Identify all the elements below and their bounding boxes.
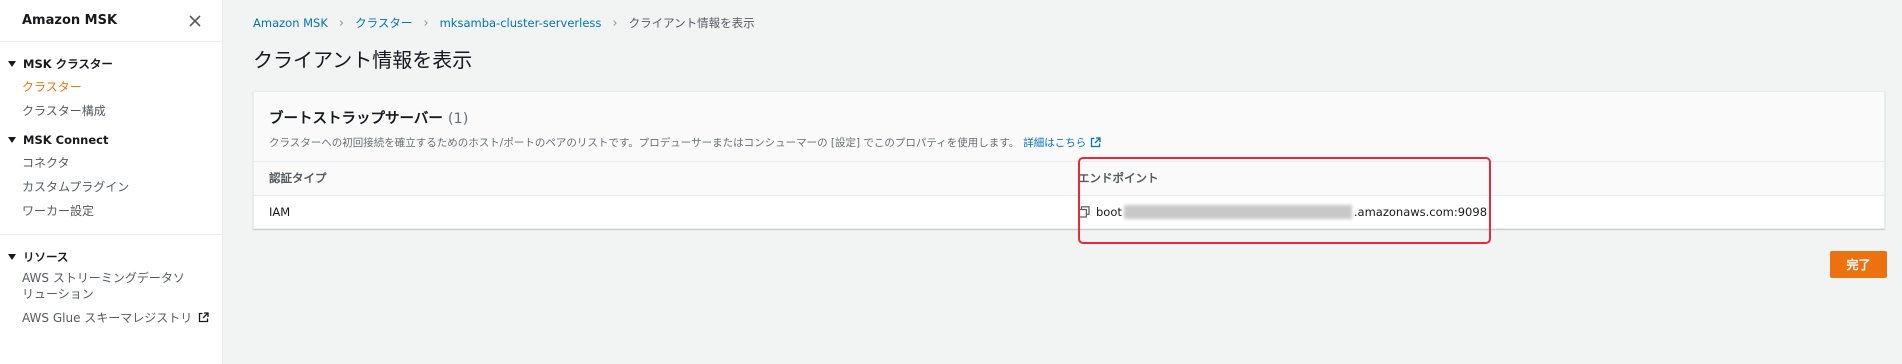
external-link-icon <box>1091 137 1101 148</box>
endpoint-suffix: .amazonaws.com:9098 <box>1353 204 1488 219</box>
breadcrumb-current: クライアント情報を表示 <box>628 16 755 30</box>
auth-type-cell: IAM <box>269 204 291 219</box>
copy-icon[interactable] <box>1078 205 1090 218</box>
table-row: IAM boot .amazonaws.com:9098 <box>254 195 1884 228</box>
panel-header: ブートストラップサーバー (1) クラスターへの初回接続を確立するためのホスト/… <box>254 92 1884 162</box>
table-header-row: 認証タイプ エンドポイント <box>254 162 1884 196</box>
sidebar-item-cluster-config[interactable]: クラスター構成 <box>0 98 222 122</box>
sidebar: Amazon MSK MSK クラスター クラスター クラスター構成 MSK C… <box>0 0 223 364</box>
close-icon[interactable] <box>188 14 202 28</box>
sidebar-group-label: MSK クラスター <box>23 57 113 71</box>
sidebar-group-header[interactable]: リソース <box>0 247 222 267</box>
learn-more-link[interactable]: 詳細はこちら <box>1023 135 1101 150</box>
sidebar-title[interactable]: Amazon MSK <box>22 13 117 28</box>
column-header-auth-type: 認証タイプ <box>254 162 1063 196</box>
caret-down-icon <box>8 60 16 68</box>
panel-description: クラスターへの初回接続を確立するためのホスト/ポートのペアのリストです。プロデュ… <box>269 135 1868 150</box>
sidebar-group-label: MSK Connect <box>23 133 109 147</box>
sidebar-group-header[interactable]: MSK クラスター <box>0 54 222 74</box>
sidebar-group-msk-connect: MSK Connect コネクタ カスタムプラグイン ワーカー設定 <box>0 122 222 222</box>
breadcrumb: Amazon MSK › クラスター › mksamba-cluster-ser… <box>253 0 1902 46</box>
sidebar-group-label: リソース <box>23 250 69 264</box>
caret-down-icon <box>8 136 16 144</box>
endpoint-prefix: boot <box>1096 204 1122 219</box>
sidebar-item-label: AWS Glue スキーマレジストリ <box>22 310 193 325</box>
caret-down-icon <box>8 253 16 261</box>
sidebar-item-clusters[interactable]: クラスター <box>0 74 222 98</box>
panel-title: ブートストラップサーバー (1) <box>269 107 1868 128</box>
endpoints-table: 認証タイプ エンドポイント IAM boot .amazonaws.com:90… <box>254 162 1884 228</box>
breadcrumb-link-cluster[interactable]: mksamba-cluster-serverless <box>440 16 602 30</box>
sidebar-item-glue-schema-registry[interactable]: AWS Glue スキーマレジストリ <box>0 305 222 329</box>
panel-count: (1) <box>447 111 469 127</box>
sidebar-item-worker-config[interactable]: ワーカー設定 <box>0 198 222 222</box>
breadcrumb-link-clusters[interactable]: クラスター <box>355 15 412 31</box>
chevron-right-icon: › <box>612 15 618 31</box>
sidebar-item-streaming-solutions[interactable]: AWS ストリーミングデータソ リューション <box>0 267 222 305</box>
breadcrumb-link-msk[interactable]: Amazon MSK <box>253 16 328 30</box>
sidebar-item-connectors[interactable]: コネクタ <box>0 150 222 174</box>
sidebar-divider <box>0 234 223 235</box>
sidebar-group-msk-cluster: MSK クラスター クラスター クラスター構成 <box>0 42 222 122</box>
endpoint-cell: boot .amazonaws.com:9098 <box>1063 195 1884 228</box>
sidebar-group-header[interactable]: MSK Connect <box>0 130 222 150</box>
learn-more-label: 詳細はこちら <box>1023 137 1087 149</box>
external-link-icon <box>198 311 209 323</box>
bootstrap-servers-panel: ブートストラップサーバー (1) クラスターへの初回接続を確立するためのホスト/… <box>253 91 1885 229</box>
chevron-right-icon: › <box>338 15 345 31</box>
page-title: クライアント情報を表示 <box>253 48 473 72</box>
redacted-endpoint-segment <box>1123 204 1352 219</box>
app-root: Amazon MSK MSK クラスター クラスター クラスター構成 MSK C… <box>0 0 1902 364</box>
done-button[interactable]: 完了 <box>1830 251 1887 278</box>
panel-description-text: クラスターへの初回接続を確立するためのホスト/ポートのペアのリストです。プロデュ… <box>269 137 1020 149</box>
column-header-endpoint: エンドポイント <box>1063 162 1884 196</box>
panel-title-text: ブートストラップサーバー <box>269 111 443 127</box>
sidebar-item-custom-plugins[interactable]: カスタムプラグイン <box>0 174 222 198</box>
sidebar-header: Amazon MSK <box>0 0 222 42</box>
chevron-right-icon: › <box>423 15 429 31</box>
sidebar-group-resources: リソース AWS ストリーミングデータソ リューション AWS Glue スキー… <box>0 247 222 329</box>
